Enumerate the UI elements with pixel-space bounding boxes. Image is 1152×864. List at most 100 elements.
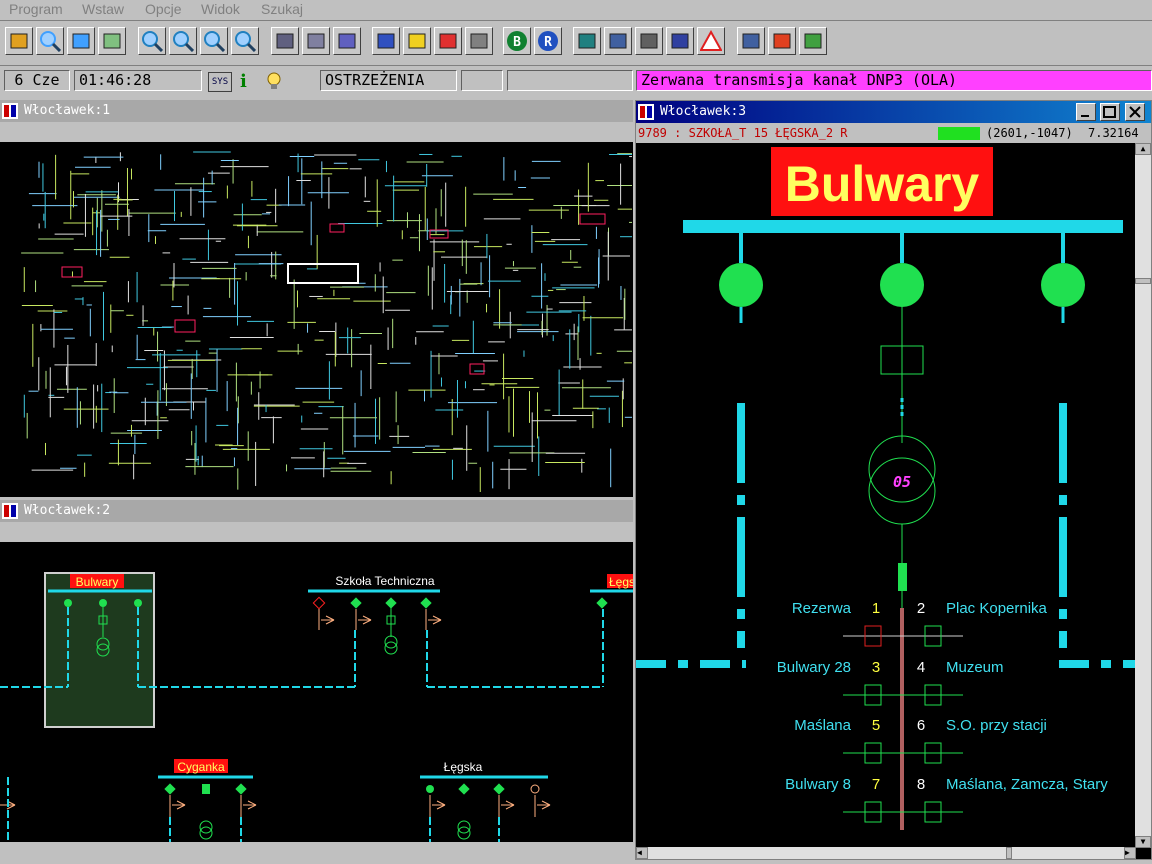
open-button[interactable] — [5, 27, 33, 55]
feeder-number-right: 4 — [917, 659, 925, 676]
scroll-right-icon[interactable]: ▶ — [1124, 847, 1136, 859]
layer-clear-button[interactable] — [465, 27, 493, 55]
zoom-window-button[interactable] — [36, 27, 64, 55]
info-icon[interactable]: i — [240, 71, 254, 92]
feeder-name-right[interactable]: Maślana, Zamcza, Stary — [946, 776, 1108, 793]
zoom-fit-button[interactable] — [200, 27, 228, 55]
menu-opcje[interactable]: Opcje — [145, 1, 182, 17]
substation-detail-window[interactable]: Włocławek:3 9789 : SZKOŁA_T 15 ŁĘGSKA_2 … — [635, 100, 1152, 860]
network-diagram[interactable]: Bulwary Szkoła Techniczna Łęgska Cyganka… — [0, 542, 633, 842]
feeder-number-right: 2 — [917, 600, 925, 617]
substation-diagram[interactable]: Bulwary 05 Rezerwa 1 2 Plac Kopernika Bulwar… — [636, 143, 1136, 848]
window-subbar — [0, 122, 633, 142]
overview-map-window[interactable]: Włocławek:1 — [0, 100, 633, 497]
feeder-name-right[interactable]: Plac Kopernika — [946, 600, 1048, 617]
selected-station-box[interactable] — [44, 572, 155, 728]
station-label-szkola-techniczna[interactable]: Szkoła Techniczna — [335, 574, 434, 588]
h-scroll-thumb[interactable] — [1006, 847, 1012, 859]
feeder-name-right[interactable]: S.O. przy stacji — [946, 717, 1047, 734]
layer-blue-button[interactable] — [372, 27, 400, 55]
main-busbar[interactable] — [683, 220, 1123, 233]
network-overview-map[interactable] — [0, 142, 633, 497]
vertical-scrollbar[interactable]: ▲ ▼ — [1135, 143, 1151, 848]
scroll-thumb[interactable] — [1135, 278, 1151, 284]
rotate-button[interactable] — [333, 27, 361, 55]
window-titlebar[interactable]: Włocławek:1 — [0, 100, 633, 122]
station-label-bulwary[interactable]: Bulwary — [76, 575, 119, 589]
scroll-up-icon[interactable]: ▲ — [1135, 143, 1151, 155]
user-icon — [609, 33, 627, 49]
app-icon — [2, 103, 18, 119]
map-alarm-marker[interactable] — [329, 223, 345, 233]
map-alarm-marker[interactable] — [579, 213, 606, 225]
layer-red-button[interactable] — [434, 27, 462, 55]
open-icon — [10, 33, 28, 49]
alarm-message[interactable]: Zerwana transmisja kanał DNP3 (OLA) — [636, 70, 1152, 91]
b-button[interactable]: B — [503, 27, 531, 55]
feeder-number-left: 3 — [872, 659, 880, 676]
transformer-winding[interactable] — [868, 435, 936, 503]
map-alarm-marker[interactable] — [174, 319, 196, 333]
window-titlebar[interactable]: Włocławek:2 — [0, 500, 633, 522]
breaker-center[interactable] — [880, 263, 924, 307]
breaker-left[interactable] — [719, 263, 763, 307]
minimize-button[interactable] — [1076, 103, 1096, 121]
sign-button[interactable] — [666, 27, 694, 55]
horizontal-scrollbar[interactable]: ◀ ▶ — [636, 847, 1136, 859]
lightbulb-icon[interactable] — [264, 71, 284, 91]
user-button[interactable] — [604, 27, 632, 55]
station-label-legska[interactable]: Łęgska — [444, 760, 483, 774]
station-label-legska-top[interactable]: Łęgska — [609, 575, 633, 589]
warnings-indicator[interactable]: OSTRZEŻENIA — [320, 70, 457, 91]
feeder-name-left[interactable]: Bulwary 8 — [785, 776, 851, 793]
pen-button[interactable] — [271, 27, 299, 55]
menu-wstaw[interactable]: Wstaw — [82, 1, 124, 17]
zoom-out-button[interactable] — [169, 27, 197, 55]
status-empty-cell — [461, 70, 503, 91]
feeder-name-right[interactable]: Muzeum — [946, 659, 1004, 676]
layer-yellow-button[interactable] — [403, 27, 431, 55]
window-button[interactable] — [737, 27, 765, 55]
warning-button[interactable] — [697, 27, 725, 55]
sys-icon[interactable]: SYS — [208, 72, 232, 92]
list-button[interactable] — [635, 27, 663, 55]
window-titlebar[interactable]: Włocławek:3 — [636, 101, 1151, 123]
zoom-in-button[interactable] — [138, 27, 166, 55]
r-label: R — [544, 35, 552, 50]
rotate-icon — [338, 33, 356, 49]
transformer-label: 05 — [893, 473, 911, 491]
close-button[interactable] — [1125, 103, 1145, 121]
feeder-name-left[interactable]: Maślana — [794, 717, 851, 734]
map-viewport-marker[interactable] — [287, 263, 359, 284]
network-diagram-window[interactable]: Włocławek:2 Bulwary Szkoła Techniczna Łę… — [0, 500, 633, 842]
sign-icon — [671, 33, 689, 49]
feeder-breaker[interactable] — [898, 563, 907, 591]
menu-szukaj[interactable]: Szukaj — [261, 1, 303, 17]
list-icon — [640, 33, 658, 49]
edit-button[interactable] — [98, 27, 126, 55]
select-button[interactable] — [67, 27, 95, 55]
feeder-name-left[interactable]: Bulwary 28 — [777, 659, 851, 676]
feeder-number-right: 6 — [917, 717, 925, 734]
maximize-button[interactable] — [1100, 103, 1120, 121]
zoom-previous-button[interactable] — [231, 27, 259, 55]
station-label-cyganka[interactable]: Cyganka — [177, 760, 225, 774]
move-button[interactable] — [302, 27, 330, 55]
menu-widok[interactable]: Widok — [201, 1, 240, 17]
zoom-window-icon — [40, 31, 61, 52]
window-title: Włocławek:1 — [24, 103, 111, 118]
element-info: 9789 : SZKOŁA_T 15 ŁĘGSKA_2 R — [638, 126, 848, 140]
scroll-down-icon[interactable]: ▼ — [1135, 836, 1151, 848]
app-icon — [638, 104, 654, 120]
help-button[interactable] — [799, 27, 827, 55]
map-alarm-marker[interactable] — [469, 363, 485, 375]
sound-button[interactable] — [768, 27, 796, 55]
menu-program[interactable]: Program — [9, 1, 63, 17]
fraction-button[interactable] — [573, 27, 601, 55]
r-button[interactable]: R — [534, 27, 562, 55]
feeder-name-left[interactable]: Rezerwa — [792, 600, 852, 617]
window-title: Włocławek:3 — [660, 104, 747, 119]
scroll-left-icon[interactable]: ◀ — [636, 847, 648, 859]
status-bar: 6 Cze 01:46:28 SYS i OSTRZEŻENIA Zerwana… — [0, 67, 1152, 94]
breaker-right[interactable] — [1041, 263, 1085, 307]
